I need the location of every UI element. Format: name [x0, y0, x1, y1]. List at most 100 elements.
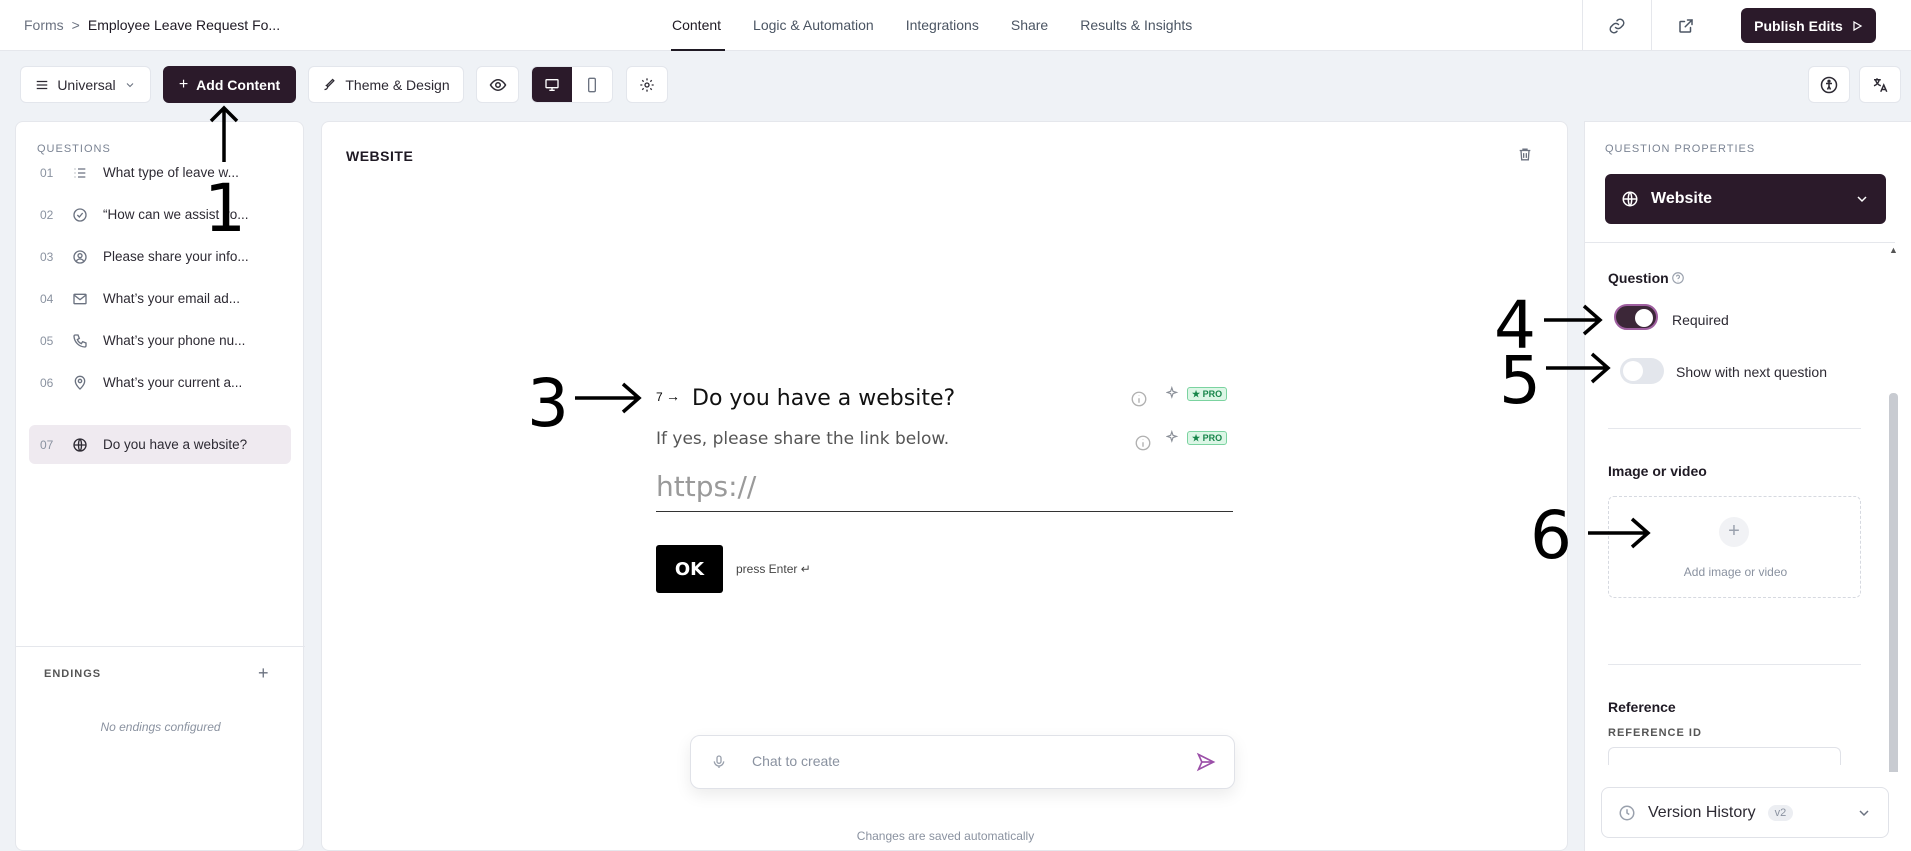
show-with-next-toggle[interactable]: [1620, 358, 1664, 384]
send-icon[interactable]: [1196, 752, 1216, 775]
question-description[interactable]: If yes, please share the link below.: [656, 429, 949, 449]
tab-content[interactable]: Content: [670, 0, 726, 51]
info-icon[interactable]: [1134, 434, 1152, 455]
question-number-value: 7: [656, 390, 663, 404]
question-text: Please share your info...: [103, 249, 249, 264]
question-item-07[interactable]: 07 Do you have a website?: [29, 425, 291, 464]
top-actions: [1582, 0, 1720, 51]
question-item-03[interactable]: 03 Please share your info...: [29, 237, 291, 276]
annotation-number: 6: [1530, 497, 1572, 574]
monitor-icon: [545, 78, 559, 91]
chat-to-create-box[interactable]: Chat to create: [690, 735, 1235, 789]
question-number: 02: [40, 207, 54, 222]
theme-design-button[interactable]: Theme & Design: [308, 66, 464, 103]
ai-sparkle-icon[interactable]: [1165, 429, 1180, 447]
question-text: What’s your current a...: [103, 375, 243, 390]
info-icon[interactable]: [1130, 390, 1148, 411]
question-number: 05: [40, 333, 54, 348]
question-text: Do you have a website?: [103, 437, 248, 452]
tab-integrations[interactable]: Integrations: [906, 0, 979, 51]
external-link-icon[interactable]: [1651, 0, 1720, 51]
section-divider: [1608, 428, 1861, 429]
required-toggle[interactable]: [1614, 304, 1658, 330]
annotation-arrow-right: [1544, 304, 1603, 336]
question-item-04[interactable]: 04 What’s your email ad...: [29, 279, 291, 318]
question-item-06[interactable]: 06 What’s your current a...: [29, 363, 291, 402]
tab-logic-automation[interactable]: Logic & Automation: [753, 0, 874, 51]
copy-link-icon[interactable]: [1582, 0, 1651, 51]
canvas-title: WEBSITE: [346, 148, 414, 164]
required-label: Required: [1672, 312, 1729, 328]
questions-panel: QUESTIONS 01 What type of leave w... 02 …: [15, 121, 305, 851]
main-tabs: Content Logic & Automation Integrations …: [670, 0, 1224, 51]
question-item-02[interactable]: 02 “How can we assist yo...: [29, 195, 291, 234]
user-circle-icon: [65, 249, 95, 265]
ai-sparkle-icon[interactable]: [1165, 385, 1180, 403]
menu-icon: [37, 80, 48, 89]
annotation-number: 5: [1499, 342, 1541, 419]
publish-edits-button[interactable]: Publish Edits: [1741, 8, 1876, 43]
translate-button[interactable]: [1859, 66, 1901, 103]
endings-section-label: ENDINGS: [44, 668, 102, 680]
universal-dropdown[interactable]: Universal: [20, 66, 151, 103]
trash-icon[interactable]: [1517, 146, 1533, 166]
breadcrumb-forms-link[interactable]: Forms: [24, 17, 64, 33]
breadcrumb: Forms > Employee Leave Request Fo...: [24, 17, 280, 33]
smartphone-icon: [588, 77, 596, 92]
add-content-button[interactable]: + Add Content: [163, 66, 296, 103]
question-number: 03: [40, 249, 54, 264]
website-url-input[interactable]: https://: [656, 470, 1233, 512]
question-item-01[interactable]: 01 What type of leave w...: [29, 153, 291, 192]
pro-badge: ★ PRO: [1187, 431, 1228, 445]
autosave-note: Changes are saved automatically: [856, 829, 1035, 843]
desktop-view-button[interactable]: [532, 67, 572, 102]
annotation-arrow-right: [1588, 517, 1651, 549]
chat-input-placeholder[interactable]: Chat to create: [752, 753, 840, 769]
reference-id-input[interactable]: [1608, 747, 1841, 765]
chevron-down-icon: [1859, 809, 1869, 816]
chevron-down-icon: [126, 82, 134, 87]
question-title[interactable]: Do you have a website?: [692, 386, 955, 411]
chevron-down-icon: [1857, 196, 1867, 203]
tab-share[interactable]: Share: [1011, 0, 1048, 51]
question-type-dropdown[interactable]: Website: [1605, 174, 1886, 224]
question-text: What’s your email ad...: [103, 291, 241, 306]
publish-edits-label: Publish Edits: [1754, 17, 1843, 34]
mobile-view-button[interactable]: [572, 67, 612, 102]
add-ending-plus-icon[interactable]: +: [258, 663, 269, 684]
play-icon: [1853, 20, 1863, 31]
reference-id-label: REFERENCE ID: [1608, 727, 1702, 739]
gear-icon: [640, 77, 654, 92]
question-type-label: Website: [1651, 190, 1713, 207]
ok-button[interactable]: OK: [656, 545, 723, 593]
paint-brush-icon: [324, 78, 336, 91]
question-item-05[interactable]: 05 What’s your phone nu...: [29, 321, 291, 360]
device-toggle: [531, 66, 613, 103]
annotation-arrow-up: [209, 105, 239, 162]
globe-icon: [65, 437, 95, 453]
tab-results-insights[interactable]: Results & Insights: [1080, 0, 1192, 51]
show-with-next-label: Show with next question: [1676, 364, 1827, 380]
scrollbar-thumb[interactable]: [1889, 393, 1898, 793]
plus-icon: +: [1719, 517, 1749, 547]
help-circle-icon[interactable]: [1671, 271, 1685, 288]
accessibility-button[interactable]: [1808, 66, 1850, 103]
question-properties-panel: QUESTION PROPERTIES Website Question Req…: [1584, 121, 1911, 851]
theme-design-label: Theme & Design: [345, 76, 450, 93]
settings-button[interactable]: [626, 66, 668, 103]
check-circle-icon: [65, 207, 95, 223]
microphone-icon[interactable]: [711, 752, 727, 775]
version-tag: v2: [1767, 804, 1794, 821]
properties-scrollbar[interactable]: ▲ ▼: [1888, 245, 1898, 793]
scroll-up-icon[interactable]: ▲: [1889, 245, 1898, 255]
question-number: 07: [40, 437, 54, 452]
version-history-dropdown[interactable]: Version History v2: [1601, 787, 1889, 838]
question-number-tag: 7 →: [656, 388, 680, 404]
globe-icon: [1622, 191, 1638, 207]
preview-button[interactable]: [476, 66, 519, 103]
clock-icon: [1619, 805, 1635, 820]
add-image-video-label: Add image or video: [1683, 565, 1788, 579]
annotation-number: 3: [527, 365, 569, 442]
image-video-heading: Image or video: [1608, 463, 1707, 479]
section-divider: [1608, 664, 1861, 665]
